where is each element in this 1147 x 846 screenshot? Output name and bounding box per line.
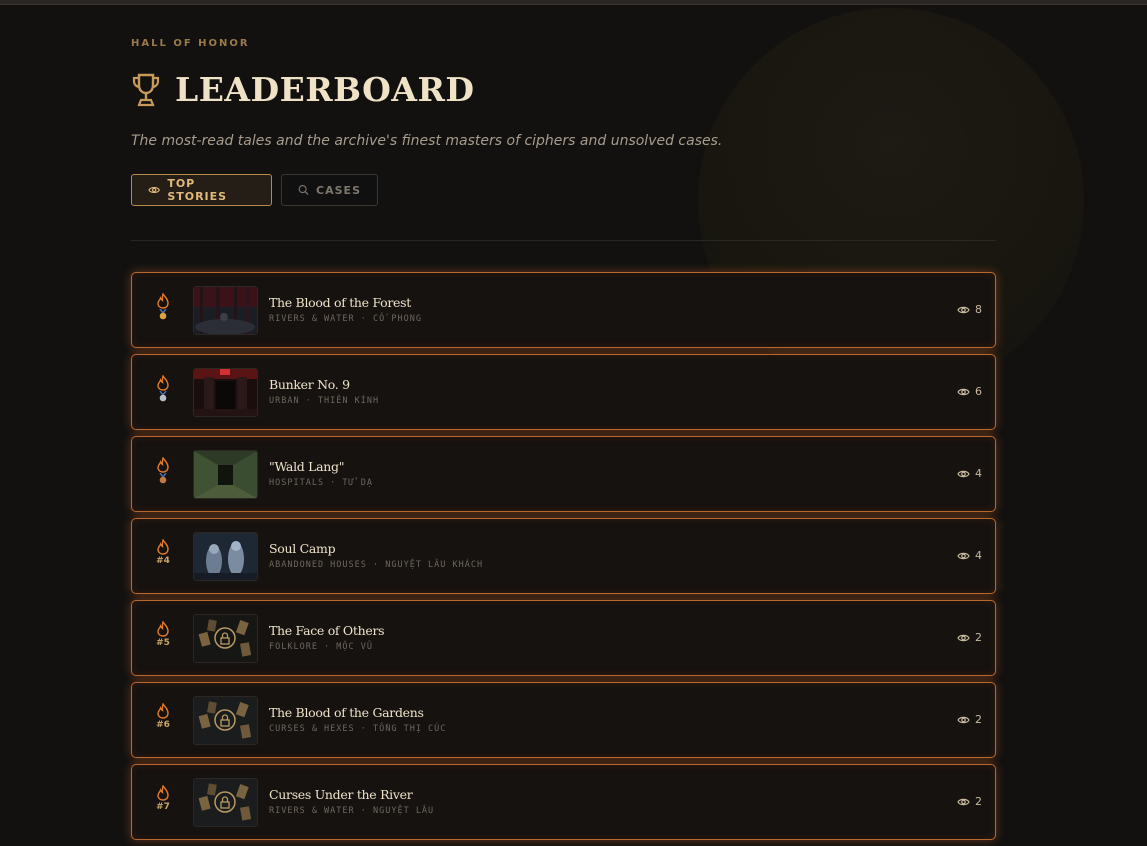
story-meta: RIVERS & WATER · CỐ PHONG xyxy=(269,314,422,324)
view-count-value: 8 xyxy=(975,303,982,316)
divider xyxy=(131,240,996,241)
story-thumbnail-forest xyxy=(193,286,258,335)
view-count: 6 xyxy=(957,385,982,398)
story-thumbnail-locked xyxy=(193,778,258,827)
story-row[interactable]: "Wald Lang" HOSPITALS · TỬ DẠ 4 xyxy=(131,436,996,512)
story-row[interactable]: #6 The Blood of the Gardens CURSES & HEX… xyxy=(131,682,996,758)
flame-icon xyxy=(157,703,169,719)
rank-badge xyxy=(150,457,176,484)
view-count: 4 xyxy=(957,467,982,480)
view-count-value: 2 xyxy=(975,795,982,808)
tab-bar: TOP STORIES CASES xyxy=(131,174,378,206)
flame-icon xyxy=(157,457,169,473)
tab-cases[interactable]: CASES xyxy=(281,174,378,206)
view-count-value: 4 xyxy=(975,549,982,562)
rank-badge xyxy=(150,293,176,320)
story-title: The Blood of the Forest xyxy=(269,295,411,310)
story-meta: CURSES & HEXES · TỐNG THỊ CÚC xyxy=(269,724,447,734)
flame-icon xyxy=(157,293,169,309)
silver-medal-icon xyxy=(159,391,167,402)
story-meta: URBAN · THIÊN KÍNH xyxy=(269,396,380,406)
story-title: The Blood of the Gardens xyxy=(269,705,424,720)
eye-icon xyxy=(957,388,970,395)
story-thumbnail-ghosts xyxy=(193,532,258,581)
story-row[interactable]: Bunker No. 9 URBAN · THIÊN KÍNH 6 xyxy=(131,354,996,430)
rank-badge: #5 xyxy=(150,621,176,648)
rank-badge: #4 xyxy=(150,539,176,566)
view-count: 4 xyxy=(957,549,982,562)
rank-number: #5 xyxy=(156,638,170,648)
story-meta: HOSPITALS · TỬ DẠ xyxy=(269,478,373,488)
story-row[interactable]: #5 The Face of Others FOLKLORE · MỘC VŨ xyxy=(131,600,996,676)
story-thumbnail-bunker xyxy=(193,368,258,417)
rank-badge: #7 xyxy=(150,785,176,812)
tab-cases-label: CASES xyxy=(316,183,361,197)
eye-icon xyxy=(148,186,161,194)
story-title: Bunker No. 9 xyxy=(269,377,350,392)
bronze-medal-icon xyxy=(159,473,167,484)
view-count-value: 6 xyxy=(975,385,982,398)
story-title: "Wald Lang" xyxy=(269,459,345,474)
top-bar xyxy=(0,0,1147,5)
page-subtitle: The most-read tales and the archive's fi… xyxy=(131,133,723,149)
story-row[interactable]: #7 Curses Under the River RIVERS & WATER… xyxy=(131,764,996,840)
eye-icon xyxy=(957,552,970,559)
trophy-icon xyxy=(132,73,160,106)
story-thumbnail-locked xyxy=(193,696,258,745)
story-thumbnail-hallway xyxy=(193,450,258,499)
view-count: 2 xyxy=(957,713,982,726)
eye-icon xyxy=(957,306,970,313)
flame-icon xyxy=(157,375,169,391)
view-count-value: 2 xyxy=(975,713,982,726)
view-count: 8 xyxy=(957,303,982,316)
story-meta: ABANDONED HOUSES · NGUYỆT LÂU KHÁCH xyxy=(269,560,484,570)
flame-icon xyxy=(157,539,169,555)
view-count: 2 xyxy=(957,795,982,808)
tab-top-stories[interactable]: TOP STORIES xyxy=(131,174,272,206)
flame-icon xyxy=(157,785,169,801)
story-row[interactable]: The Blood of the Forest RIVERS & WATER ·… xyxy=(131,272,996,348)
story-title: Curses Under the River xyxy=(269,787,413,802)
story-thumbnail-locked xyxy=(193,614,258,663)
rank-number: #4 xyxy=(156,556,170,566)
title-row: LEADERBOARD xyxy=(131,70,475,109)
view-count: 2 xyxy=(957,631,982,644)
story-row[interactable]: #4 Soul Camp ABANDONED HOUSES · NGUYỆT L… xyxy=(131,518,996,594)
flame-icon xyxy=(157,621,169,637)
rank-badge: #6 xyxy=(150,703,176,730)
story-title: The Face of Others xyxy=(269,623,385,638)
eyebrow-label: HALL OF HONOR xyxy=(131,38,250,49)
page-title: LEADERBOARD xyxy=(175,70,475,109)
tab-top-stories-label: TOP STORIES xyxy=(167,177,228,203)
view-count-value: 2 xyxy=(975,631,982,644)
view-count-value: 4 xyxy=(975,467,982,480)
story-title: Soul Camp xyxy=(269,541,336,556)
rank-number: #7 xyxy=(156,802,170,812)
eye-icon xyxy=(957,634,970,641)
eye-icon xyxy=(957,716,970,723)
search-icon xyxy=(298,185,309,196)
story-meta: RIVERS & WATER · NGUYỆT LÂU xyxy=(269,806,435,816)
story-meta: FOLKLORE · MỘC VŨ xyxy=(269,642,373,652)
eye-icon xyxy=(957,798,970,805)
gold-medal-icon xyxy=(159,309,167,320)
rank-number: #6 xyxy=(156,720,170,730)
rank-badge xyxy=(150,375,176,402)
eye-icon xyxy=(957,470,970,477)
